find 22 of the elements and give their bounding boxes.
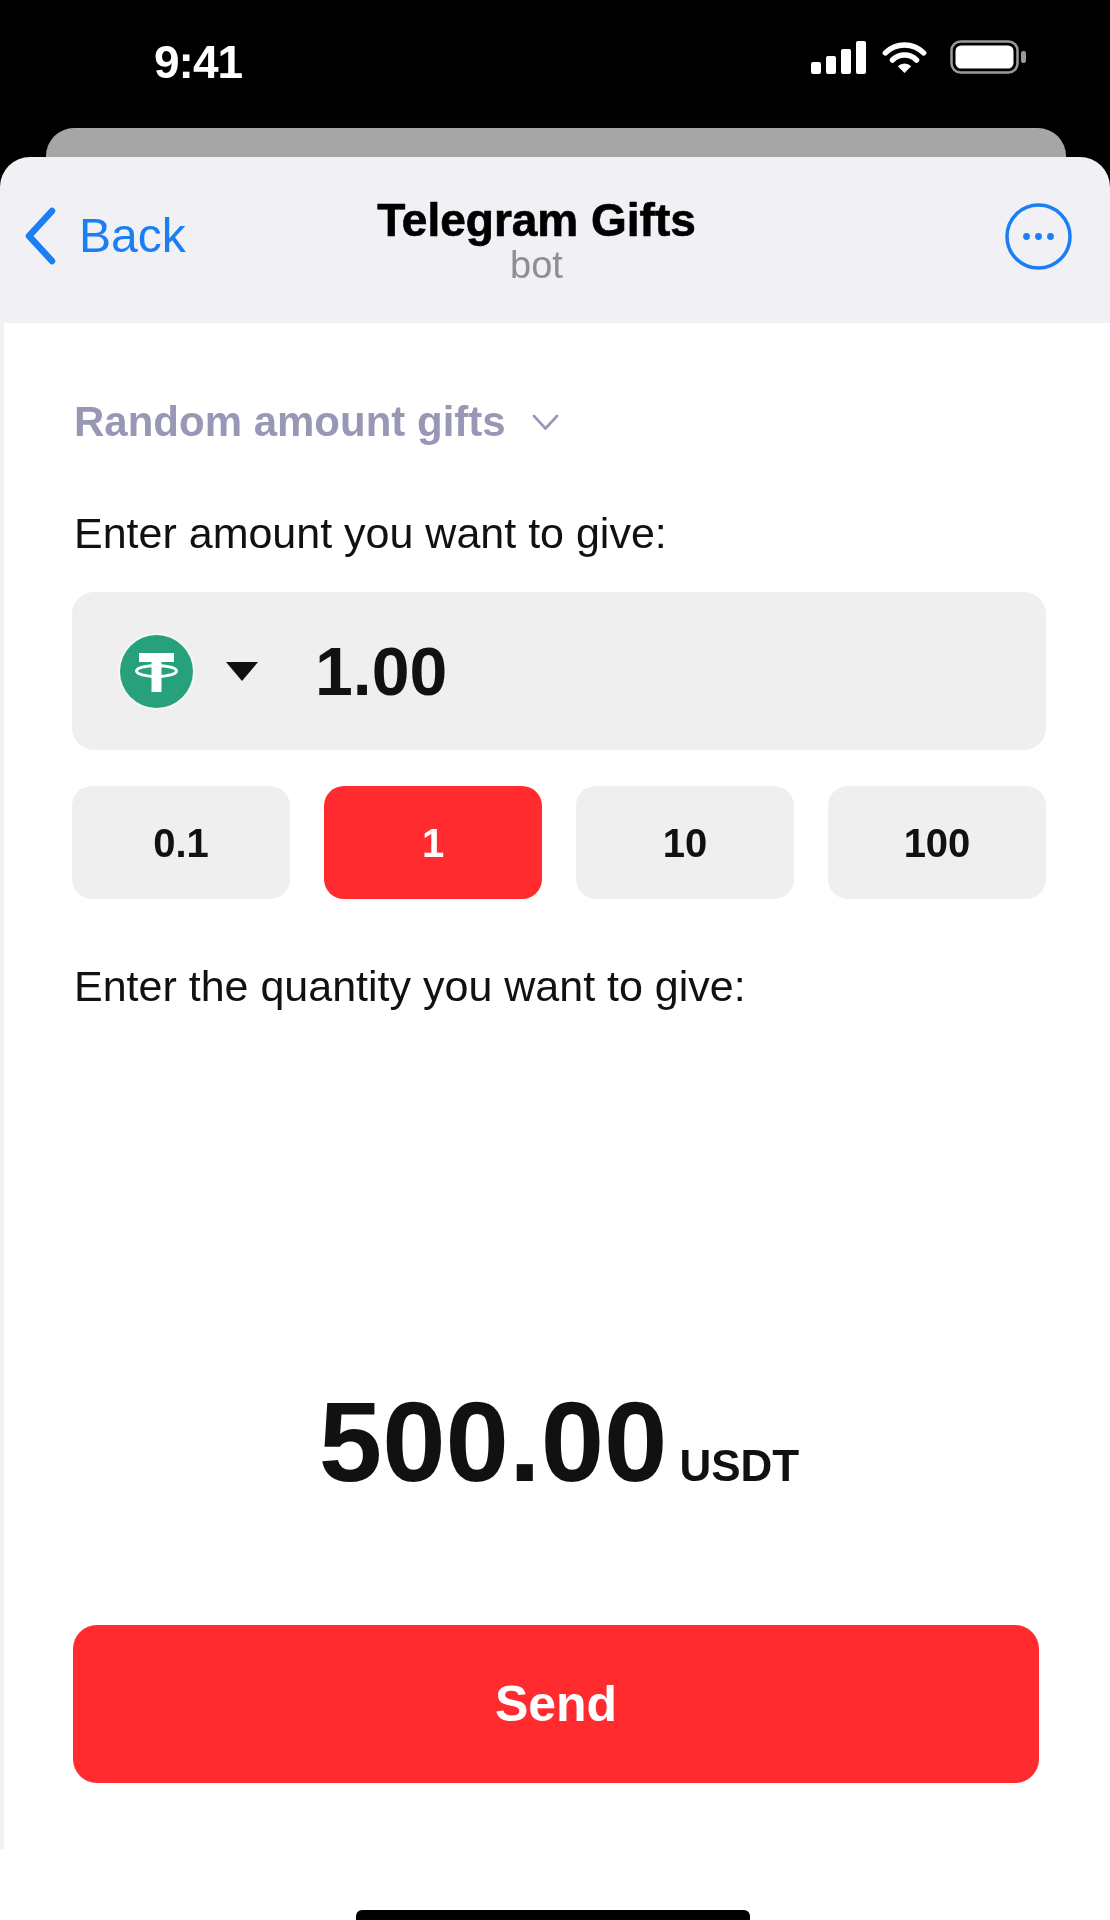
amount-field[interactable]: 1.00 bbox=[72, 592, 1046, 750]
amount-value: 1.00 bbox=[315, 636, 448, 706]
chevron-down-icon bbox=[531, 413, 559, 431]
amount-label: Enter amount you want to give: bbox=[74, 508, 668, 558]
bot-title: Telegram Gifts bbox=[377, 195, 696, 245]
preset-chip[interactable]: 100 bbox=[828, 786, 1046, 899]
signal-icon bbox=[811, 40, 866, 74]
wifi-icon bbox=[881, 40, 928, 74]
caret-down-icon[interactable] bbox=[226, 661, 258, 681]
currency-code: USDT bbox=[679, 1442, 800, 1490]
chevron-left-icon bbox=[23, 207, 57, 265]
preset-chip[interactable]: 10 bbox=[576, 786, 794, 899]
status-time: 9:41 bbox=[154, 37, 243, 87]
bot-subtitle: bot bbox=[510, 245, 563, 285]
coin-icon[interactable] bbox=[118, 632, 195, 710]
preset-chip[interactable]: 1 bbox=[324, 786, 542, 899]
battery-icon bbox=[950, 40, 1026, 74]
total-amount: 500.00 bbox=[318, 1382, 668, 1502]
quantity-label: Enter the quantity you want to give: bbox=[74, 961, 747, 1011]
send-button[interactable]: Send bbox=[73, 1625, 1039, 1783]
more-options-icon[interactable] bbox=[1005, 203, 1072, 270]
preset-chip[interactable]: 0.1 bbox=[72, 786, 290, 899]
